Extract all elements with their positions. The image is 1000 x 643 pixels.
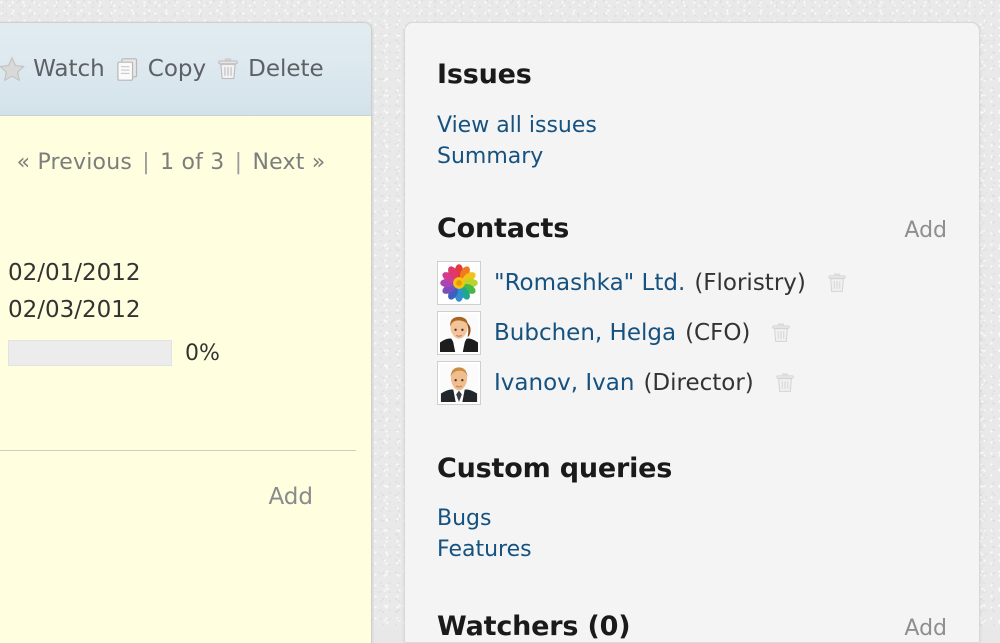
start-date-value: 02/01/2012 xyxy=(8,255,351,292)
watchers-add-button[interactable]: Add xyxy=(904,616,947,641)
trash-icon xyxy=(215,56,241,82)
contact-list-item: Ivanov, Ivan (Director) xyxy=(437,358,947,408)
copy-label: Copy xyxy=(148,56,206,82)
contacts-heading: Contacts xyxy=(437,213,569,244)
view-all-issues-link[interactable]: View all issues xyxy=(437,110,947,141)
sidebar-panel: Issues View all issues Summary Contacts … xyxy=(404,22,980,642)
contact-role: (Floristry) xyxy=(694,270,806,296)
trash-icon[interactable] xyxy=(825,271,849,295)
progress-percent-label: 0% xyxy=(185,341,220,366)
contacts-header-row: Contacts Add xyxy=(437,213,947,244)
copy-button[interactable]: Copy xyxy=(114,56,206,83)
pager-position: 1 of 3 xyxy=(160,150,224,175)
custom-queries-heading: Custom queries xyxy=(437,453,947,484)
contact-list-item: Bubchen, Helga (CFO) xyxy=(437,308,947,358)
contact-name-link[interactable]: "Romashka" Ltd. xyxy=(494,270,685,296)
issues-section: Issues View all issues Summary xyxy=(437,23,947,172)
custom-queries-section: Custom queries Bugs Features xyxy=(437,453,947,565)
issue-dates: 02/01/2012 02/03/2012 xyxy=(0,255,351,329)
pager-next[interactable]: Next » xyxy=(252,150,325,175)
progress-bar xyxy=(8,340,172,366)
pager: « Previous | 1 of 3 | Next » xyxy=(0,116,351,175)
contact-role: (CFO) xyxy=(685,320,750,346)
progress-row: 0% xyxy=(0,340,351,366)
contact-name-link[interactable]: Bubchen, Helga xyxy=(494,320,676,346)
contacts-section: Contacts Add xyxy=(437,213,947,408)
flower-logo-avatar xyxy=(437,261,481,305)
issues-heading: Issues xyxy=(437,59,947,90)
woman-photo-avatar xyxy=(437,311,481,355)
copy-icon xyxy=(114,56,141,83)
custom-queries-links: Bugs Features xyxy=(437,503,947,565)
pager-separator-2: | xyxy=(232,150,246,175)
contacts-add-button[interactable]: Add xyxy=(904,218,947,243)
trash-icon[interactable] xyxy=(769,321,793,345)
issues-links: View all issues Summary xyxy=(437,110,947,172)
delete-label: Delete xyxy=(248,56,324,82)
pager-previous[interactable]: « Previous xyxy=(17,150,132,175)
pager-separator-1: | xyxy=(139,150,153,175)
issue-toolbar: e Watch Copy xyxy=(0,23,371,116)
issue-detail-panel: e Watch Copy xyxy=(0,22,372,643)
query-bugs-link[interactable]: Bugs xyxy=(437,503,947,534)
contact-list-item: "Romashka" Ltd. (Floristry) xyxy=(437,258,947,308)
issue-body: « Previous | 1 of 3 | Next » 02/01/2012 … xyxy=(0,116,371,510)
issue-add-row: Add xyxy=(0,451,351,510)
star-icon xyxy=(0,55,26,83)
due-date-value: 02/03/2012 xyxy=(8,292,351,329)
watch-button[interactable]: Watch xyxy=(0,55,105,83)
issue-add-button[interactable]: Add xyxy=(268,484,313,510)
delete-button[interactable]: Delete xyxy=(215,56,324,82)
issues-summary-link[interactable]: Summary xyxy=(437,141,947,172)
man-photo-avatar xyxy=(437,361,481,405)
contact-name-link[interactable]: Ivanov, Ivan xyxy=(494,370,634,396)
watch-label: Watch xyxy=(33,56,105,82)
contacts-list: "Romashka" Ltd. (Floristry) xyxy=(437,258,947,408)
contact-role: (Director) xyxy=(643,370,753,396)
trash-icon[interactable] xyxy=(773,371,797,395)
query-features-link[interactable]: Features xyxy=(437,534,947,565)
